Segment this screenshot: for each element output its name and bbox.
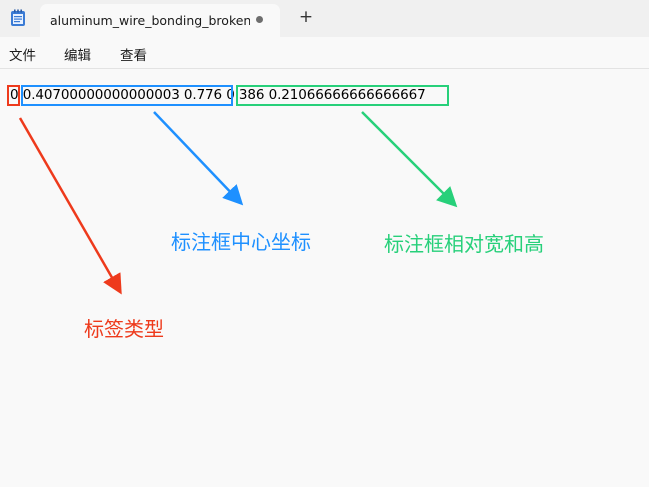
size-label: 标注框相对宽和高 [384, 232, 544, 256]
arrow-red [18, 117, 122, 295]
arrow-blue [153, 111, 244, 206]
center-label: 标注框中心坐标 [171, 230, 311, 254]
arrow-green [361, 111, 458, 208]
annotation-arrows [18, 111, 458, 295]
class-label: 标签类型 [84, 317, 164, 341]
